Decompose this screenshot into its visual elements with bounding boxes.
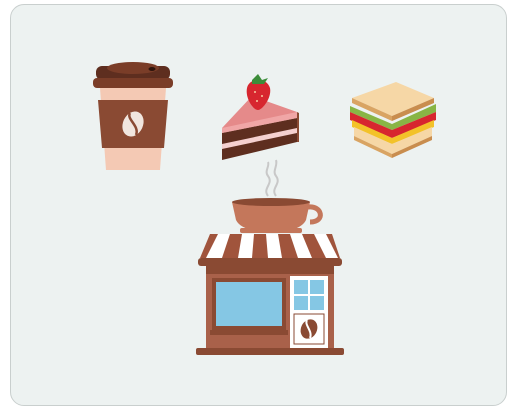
coffee-shop-icon (196, 159, 344, 355)
sandwich-icon (350, 82, 436, 158)
steam-icon (265, 161, 271, 197)
awning (198, 234, 342, 266)
shop-door (290, 276, 328, 348)
coffee-cup-icon (93, 62, 173, 170)
shop-window (210, 278, 288, 335)
cake-slice-icon (222, 74, 299, 160)
cafe-illustration (93, 62, 436, 355)
roof-cup-icon (232, 198, 323, 233)
